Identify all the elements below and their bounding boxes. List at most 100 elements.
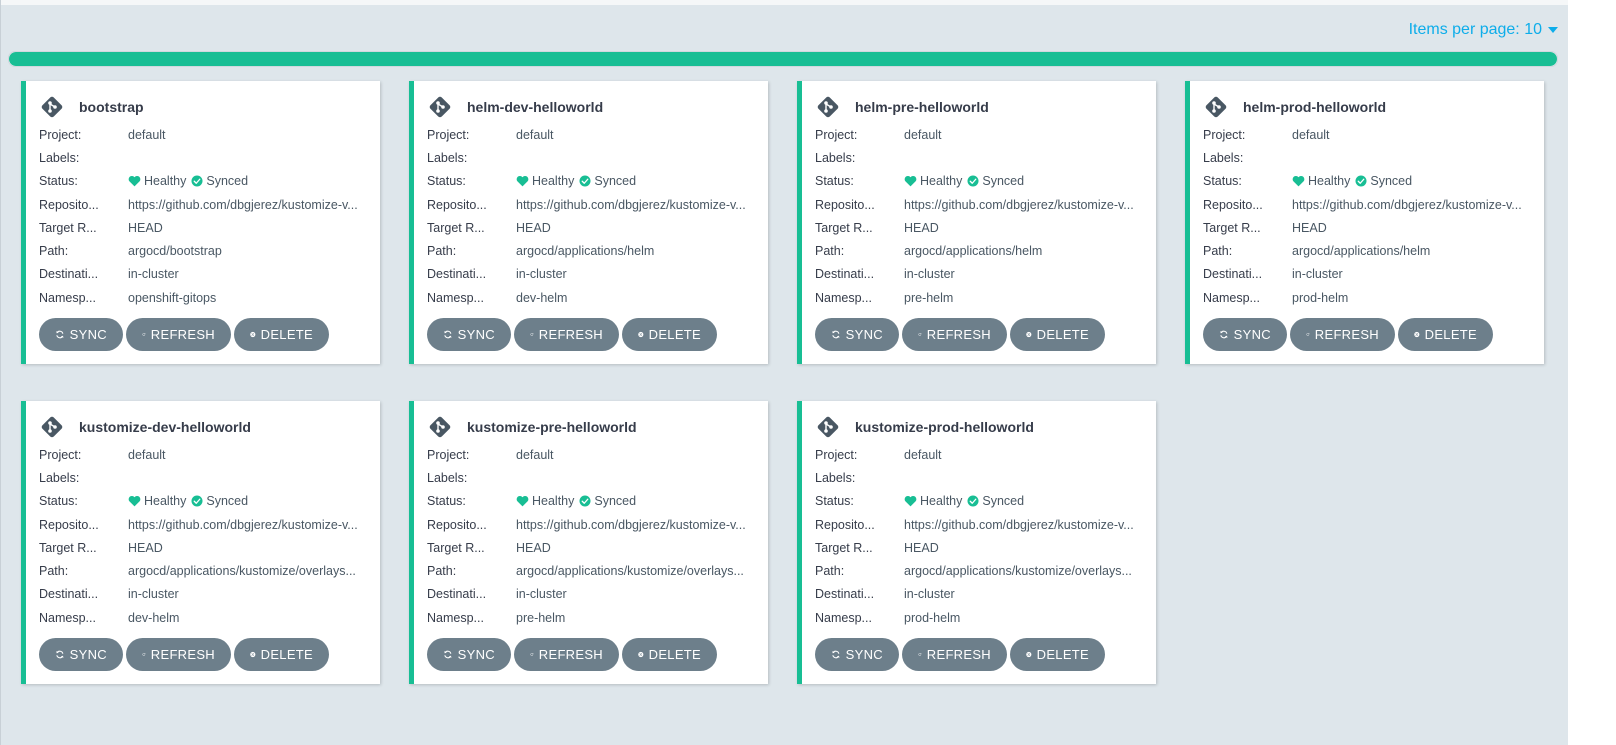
application-name[interactable]: helm-pre-helloworld bbox=[855, 99, 989, 115]
target-revision-value: HEAD bbox=[128, 220, 163, 235]
git-diamond-icon bbox=[817, 96, 839, 118]
namespace-row: Namesp... prod-helm bbox=[1203, 286, 1533, 309]
target-revision-label: Target R... bbox=[1203, 220, 1261, 235]
delete-button[interactable]: DELETE bbox=[622, 638, 717, 671]
application-name[interactable]: bootstrap bbox=[79, 99, 144, 115]
delete-button[interactable]: DELETE bbox=[234, 318, 329, 351]
delete-button[interactable]: DELETE bbox=[1010, 318, 1105, 351]
project-value: default bbox=[516, 127, 554, 142]
status-label: Status: bbox=[815, 174, 854, 189]
refresh-button[interactable]: REFRESH bbox=[126, 638, 231, 671]
application-card[interactable]: helm-prod-helloworld Project: default La… bbox=[1185, 81, 1544, 364]
delete-button[interactable]: DELETE bbox=[622, 318, 717, 351]
health-status: Healthy bbox=[532, 174, 575, 189]
sync-button[interactable]: SYNC bbox=[815, 318, 899, 351]
labels-label: Labels: bbox=[815, 470, 856, 485]
heart-icon bbox=[516, 496, 529, 507]
repository-row: Reposito... https://github.com/dbgjerez/… bbox=[39, 193, 369, 216]
delete-button[interactable]: DELETE bbox=[1010, 638, 1105, 671]
sync-button[interactable]: SYNC bbox=[427, 318, 511, 351]
target-revision-row: Target R... HEAD bbox=[815, 216, 1145, 239]
destination-label: Destinati... bbox=[427, 587, 487, 602]
status-value: Healthy Synced bbox=[904, 494, 1144, 508]
check-circle-icon bbox=[191, 175, 203, 187]
application-name[interactable]: kustomize-prod-helloworld bbox=[855, 419, 1034, 435]
repository-row: Reposito... https://github.com/dbgjerez/… bbox=[39, 513, 369, 536]
status-row: Status: Healthy Synced bbox=[39, 170, 369, 193]
health-status: Healthy bbox=[920, 494, 963, 509]
repository-value: https://github.com/dbgjerez/kustomize-v.… bbox=[128, 517, 358, 532]
heart-icon bbox=[904, 176, 917, 187]
path-label: Path: bbox=[1203, 244, 1233, 259]
namespace-label: Namesp... bbox=[1203, 290, 1260, 305]
project-row: Project: default bbox=[815, 443, 1145, 466]
sync-button[interactable]: SYNC bbox=[815, 638, 899, 671]
namespace-row: Namesp... prod-helm bbox=[815, 606, 1145, 629]
health-status: Healthy bbox=[532, 494, 575, 509]
project-label: Project: bbox=[427, 127, 470, 142]
target-revision-value: HEAD bbox=[1292, 220, 1327, 235]
labels-row: Labels: bbox=[815, 466, 1145, 489]
refresh-icon bbox=[142, 653, 146, 656]
refresh-button[interactable]: REFRESH bbox=[514, 638, 619, 671]
sync-button[interactable]: SYNC bbox=[39, 638, 123, 671]
refresh-button[interactable]: REFRESH bbox=[514, 318, 619, 351]
application-details: Project: default Labels: Status: Healthy bbox=[427, 123, 757, 309]
destination-value: in-cluster bbox=[128, 267, 179, 282]
sync-status-progress-bar bbox=[8, 51, 1558, 67]
refresh-button-label: REFRESH bbox=[538, 327, 603, 342]
namespace-label: Namesp... bbox=[427, 290, 484, 305]
namespace-row: Namesp... pre-helm bbox=[815, 286, 1145, 309]
sync-icon bbox=[832, 650, 840, 659]
items-per-page-dropdown[interactable]: Items per page: 10 bbox=[1409, 21, 1558, 39]
check-circle-icon bbox=[1355, 175, 1367, 187]
status-label: Status: bbox=[427, 174, 466, 189]
path-value: argocd/applications/kustomize/overlays..… bbox=[904, 564, 1132, 579]
sync-icon bbox=[56, 650, 64, 659]
right-gutter bbox=[1568, 0, 1616, 745]
path-row: Path: argocd/applications/kustomize/over… bbox=[815, 559, 1145, 582]
path-value: argocd/applications/helm bbox=[904, 244, 1043, 259]
refresh-button[interactable]: REFRESH bbox=[902, 638, 1007, 671]
repository-row: Reposito... https://github.com/dbgjerez/… bbox=[427, 193, 757, 216]
namespace-label: Namesp... bbox=[39, 610, 96, 625]
git-diamond-icon bbox=[41, 96, 63, 118]
namespace-value: openshift-gitops bbox=[128, 290, 217, 305]
refresh-button[interactable]: REFRESH bbox=[902, 318, 1007, 351]
status-row: Status: Healthy Synced bbox=[815, 170, 1145, 193]
target-revision-value: HEAD bbox=[904, 540, 939, 555]
labels-label: Labels: bbox=[39, 150, 80, 165]
delete-button[interactable]: DELETE bbox=[234, 638, 329, 671]
sync-button[interactable]: SYNC bbox=[427, 638, 511, 671]
application-name[interactable]: helm-prod-helloworld bbox=[1243, 99, 1386, 115]
sync-status: Synced bbox=[594, 494, 637, 509]
application-name[interactable]: kustomize-pre-helloworld bbox=[467, 419, 637, 435]
refresh-icon bbox=[530, 653, 534, 656]
card-header: helm-pre-helloworld bbox=[815, 94, 989, 120]
card-header: bootstrap bbox=[39, 94, 144, 120]
path-value: argocd/applications/kustomize/overlays..… bbox=[128, 564, 356, 579]
application-name[interactable]: helm-dev-helloworld bbox=[467, 99, 603, 115]
refresh-button-label: REFRESH bbox=[150, 647, 215, 662]
delete-button[interactable]: DELETE bbox=[1398, 318, 1493, 351]
card-header: helm-dev-helloworld bbox=[427, 94, 603, 120]
refresh-button[interactable]: REFRESH bbox=[126, 318, 231, 351]
destination-value: in-cluster bbox=[904, 267, 955, 282]
sync-button[interactable]: SYNC bbox=[39, 318, 123, 351]
refresh-button[interactable]: REFRESH bbox=[1290, 318, 1395, 351]
card-actions: SYNC REFRESH DELETE bbox=[815, 318, 1105, 351]
sync-button-label: SYNC bbox=[457, 647, 495, 662]
application-card[interactable]: kustomize-dev-helloworld Project: defaul… bbox=[21, 401, 380, 684]
sync-status: Synced bbox=[206, 174, 249, 189]
application-card[interactable]: bootstrap Project: default Labels: Statu… bbox=[21, 81, 380, 364]
application-card[interactable]: helm-dev-helloworld Project: default Lab… bbox=[409, 81, 768, 364]
application-card[interactable]: kustomize-pre-helloworld Project: defaul… bbox=[409, 401, 768, 684]
application-card[interactable]: kustomize-prod-helloworld Project: defau… bbox=[797, 401, 1156, 684]
labels-row: Labels: bbox=[427, 146, 757, 169]
destination-row: Destinati... in-cluster bbox=[1203, 263, 1533, 286]
project-label: Project: bbox=[815, 127, 858, 142]
namespace-label: Namesp... bbox=[427, 610, 484, 625]
application-card[interactable]: helm-pre-helloworld Project: default Lab… bbox=[797, 81, 1156, 364]
sync-button[interactable]: SYNC bbox=[1203, 318, 1287, 351]
application-name[interactable]: kustomize-dev-helloworld bbox=[79, 419, 251, 435]
